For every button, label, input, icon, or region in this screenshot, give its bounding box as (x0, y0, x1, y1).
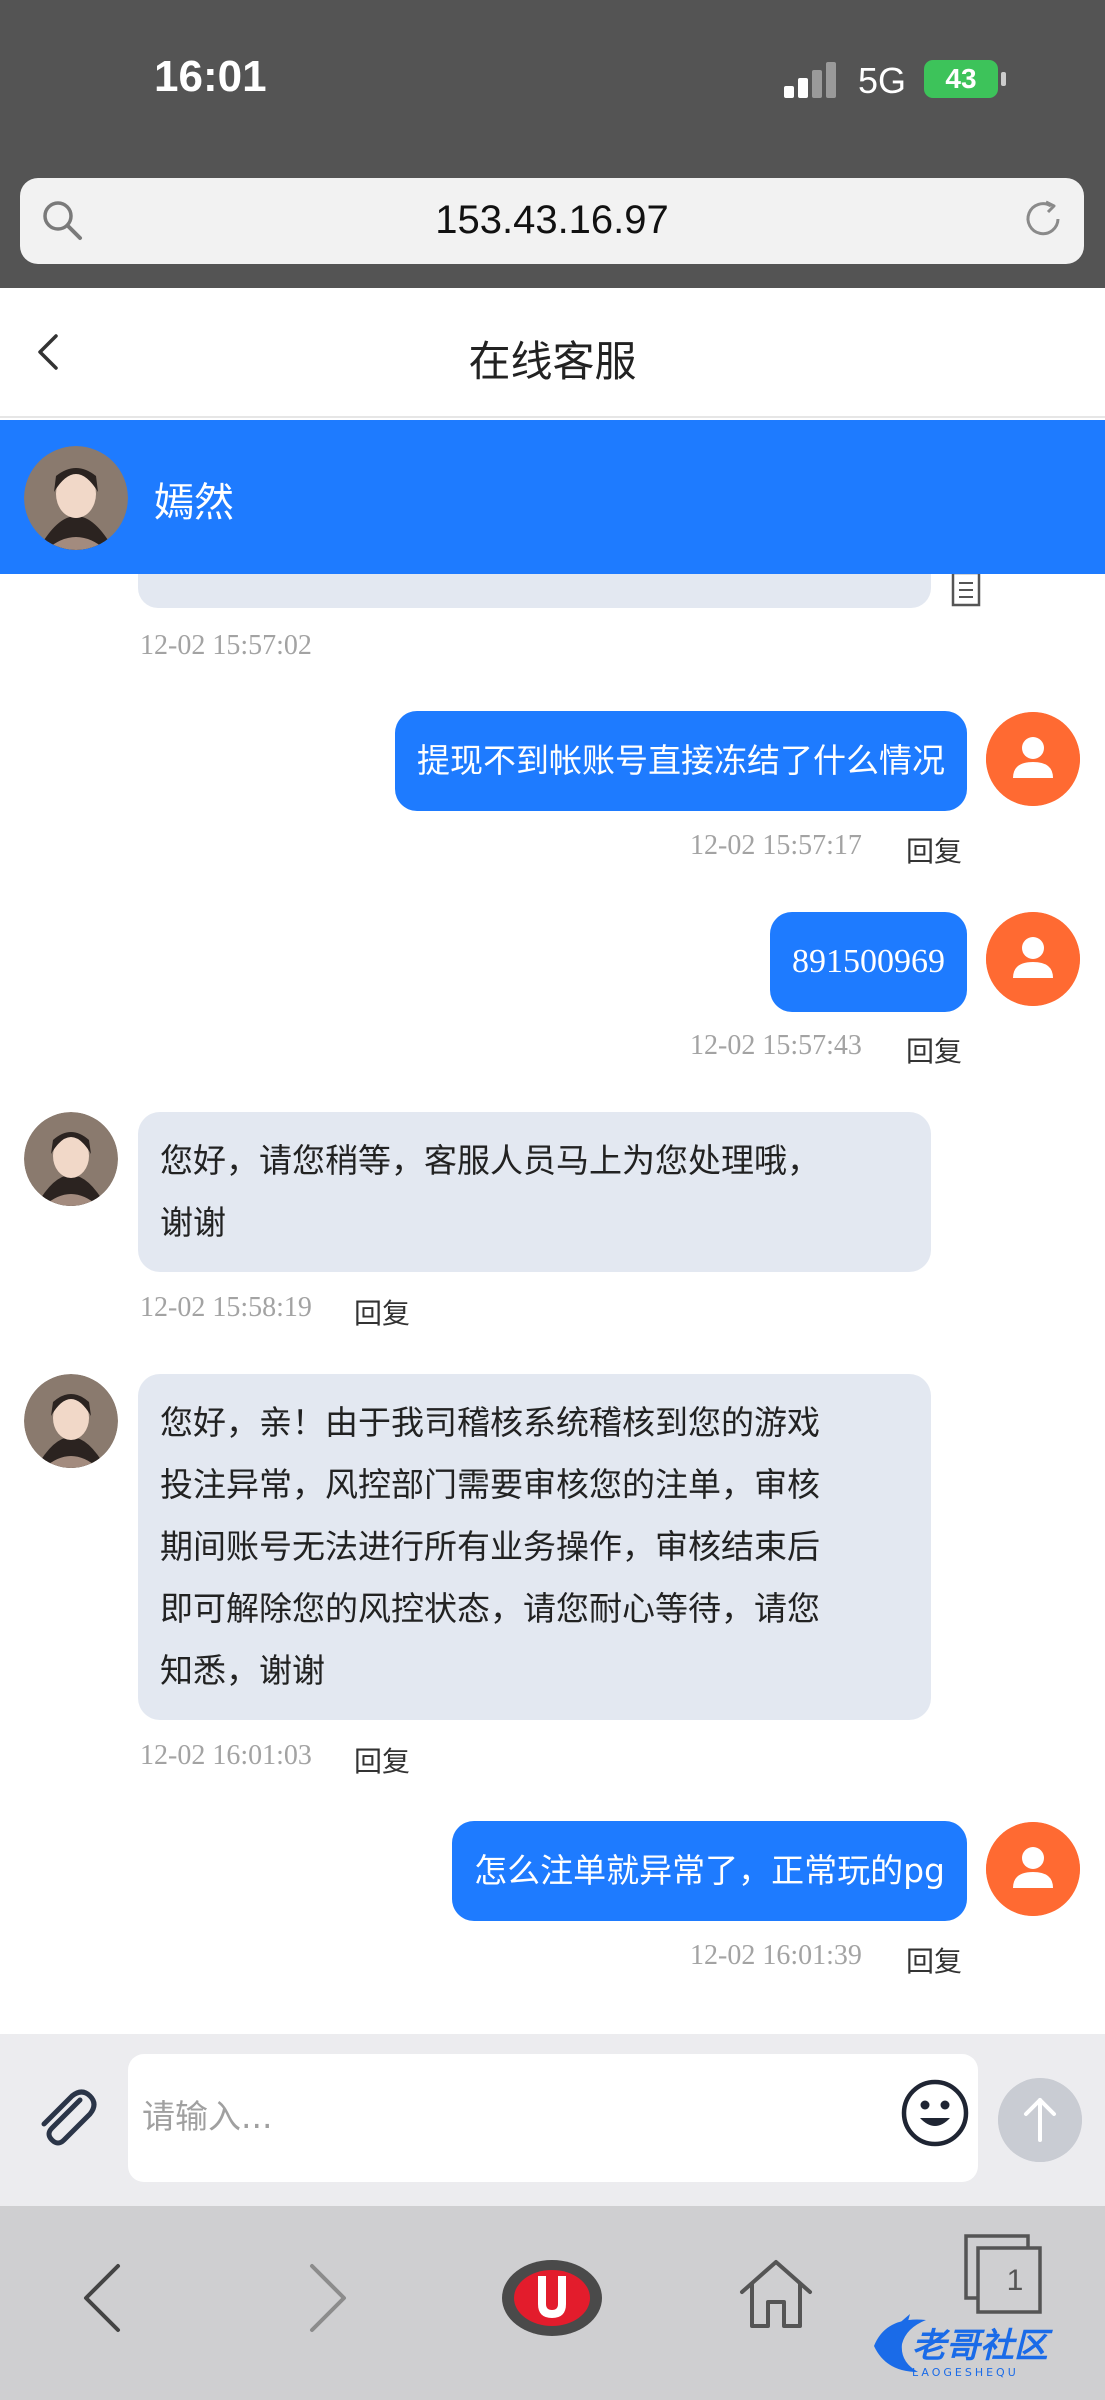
message-line: 即可解除您的风控状态，请您耐心等待，请您 (160, 1589, 820, 1628)
message-line: 知悉，谢谢 (160, 1651, 325, 1690)
reload-icon[interactable] (1020, 196, 1066, 242)
browser-chrome: 16:01 5G 43 153.43.16.97 (0, 0, 1105, 288)
message-timestamp: 12-02 15:57:43 (690, 1030, 862, 1061)
agent-avatar (24, 1374, 118, 1468)
address-bar[interactable]: 153.43.16.97 (20, 178, 1084, 264)
copy-icon[interactable] (950, 574, 988, 610)
status-time: 16:01 (154, 52, 267, 101)
signal-icon (784, 62, 838, 98)
message-line: 您好，请您稍等，客服人员马上为您处理哦， (160, 1141, 820, 1180)
agent-banner: 嫣然 (0, 420, 1105, 574)
user-avatar (986, 912, 1080, 1006)
user-avatar (986, 712, 1080, 806)
message-timestamp: 12-02 15:58:19 (140, 1292, 312, 1323)
reply-link[interactable]: 回复 (906, 1030, 962, 1070)
message-input[interactable] (142, 2084, 882, 2148)
attachment-icon[interactable] (30, 2082, 100, 2152)
message-bubble-incoming[interactable]: 您好，请您稍等，客服人员马上为您处理哦， 谢谢 (138, 1112, 931, 1272)
message-input-container (128, 2054, 978, 2182)
message-bubble-outgoing[interactable]: 怎么注单就异常了，正常玩的pg (452, 1821, 967, 1921)
chat-header: 在线客服 (0, 288, 1105, 418)
message-line: 期间账号无法进行所有业务操作，审核结束后 (160, 1527, 820, 1566)
watermark-text: 老哥社区 (912, 2326, 1048, 2366)
chat-messages[interactable]: 12-02 15:57:02 提现不到帐账号直接冻结了什么情况 12-02 15… (0, 574, 1105, 2034)
user-avatar (986, 1822, 1080, 1916)
url-text: 153.43.16.97 (435, 198, 669, 242)
message-bubble-outgoing[interactable]: 891500969 (770, 912, 967, 1012)
agent-avatar (24, 1112, 118, 1206)
message-bubble-incoming[interactable]: 您好，亲！由于我司稽核系统稽核到您的游戏 投注异常，风控部门需要审核您的注单，审… (138, 1374, 931, 1720)
message-timestamp: 12-02 16:01:39 (690, 1940, 862, 1971)
send-button[interactable] (998, 2078, 1082, 2162)
message-timestamp: 12-02 15:57:17 (690, 830, 862, 861)
emoji-icon[interactable] (900, 2078, 970, 2148)
browser-forward-icon[interactable] (302, 2258, 352, 2338)
message-timestamp: 12-02 16:01:03 (140, 1740, 312, 1771)
message-bubble-incoming[interactable] (138, 574, 931, 608)
message-line: 投注异常，风控部门需要审核您的注单，审核 (160, 1465, 820, 1504)
browser-back-icon[interactable] (78, 2258, 128, 2338)
message-bubble-outgoing[interactable]: 提现不到帐账号直接冻结了什么情况 (395, 711, 967, 811)
message-line: 谢谢 (160, 1203, 226, 1242)
message-input-bar (0, 2034, 1105, 2206)
watermark-subtext: LAOGESHEQU (912, 2366, 1019, 2379)
tab-count: 1 (1006, 2264, 1024, 2297)
message-timestamp: 12-02 15:57:02 (140, 630, 312, 661)
reply-link[interactable]: 回复 (354, 1740, 410, 1780)
browser-toolbar: 1 老哥社区 LAOGESHEQU (0, 2206, 1105, 2400)
agent-avatar (24, 446, 128, 550)
reply-link[interactable]: 回复 (354, 1292, 410, 1332)
reply-link[interactable]: 回复 (906, 830, 962, 870)
reply-link[interactable]: 回复 (906, 1940, 962, 1980)
network-type: 5G (858, 60, 907, 101)
browser-logo-icon[interactable] (500, 2258, 604, 2338)
page-title: 在线客服 (468, 337, 637, 386)
message-line: 您好，亲！由于我司稽核系统稽核到您的游戏 (160, 1403, 820, 1442)
home-icon[interactable] (736, 2254, 816, 2334)
battery-indicator: 43 (924, 60, 1006, 98)
agent-name: 嫣然 (154, 480, 234, 526)
